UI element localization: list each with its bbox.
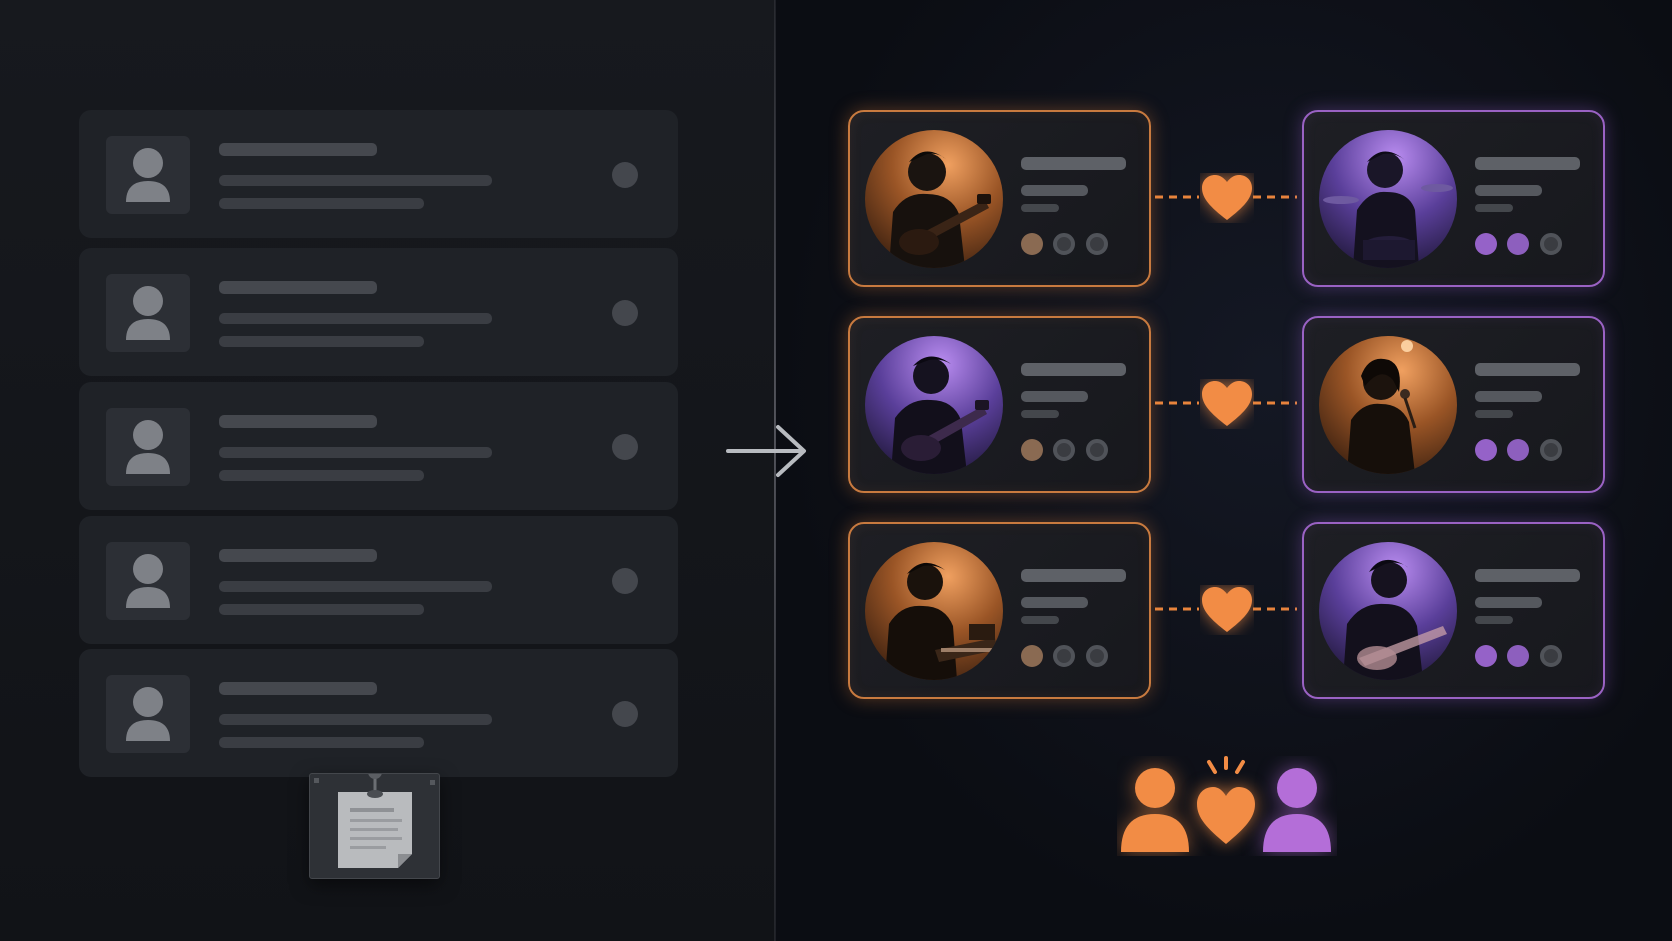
profile-photo	[865, 542, 1003, 680]
detail-placeholder	[219, 714, 492, 725]
attribute-dot	[1475, 233, 1497, 255]
attribute-dot	[1507, 439, 1529, 461]
name-placeholder	[219, 682, 377, 695]
list-row[interactable]	[79, 248, 678, 376]
detail-placeholder	[219, 175, 492, 186]
detail-placeholder	[219, 336, 424, 347]
name-placeholder	[1021, 569, 1126, 582]
profile-photo	[1319, 336, 1457, 474]
avatar-placeholder	[106, 136, 190, 214]
attribute-dot	[1021, 439, 1043, 461]
detail-placeholder	[1021, 185, 1088, 196]
attribute-dot	[1053, 645, 1075, 667]
attribute-dot	[1021, 233, 1043, 255]
attribute-dot	[1086, 233, 1108, 255]
name-placeholder	[219, 549, 377, 562]
detail-placeholder	[1475, 185, 1542, 196]
detail-placeholder	[219, 604, 424, 615]
attribute-dot	[1507, 233, 1529, 255]
profile-photo	[865, 336, 1003, 474]
attribute-dot	[1021, 645, 1043, 667]
attribute-dot	[1507, 645, 1529, 667]
avatar-placeholder	[106, 542, 190, 620]
heart-icon	[1202, 175, 1252, 220]
status-dot	[612, 701, 638, 727]
name-placeholder	[219, 143, 377, 156]
detail-placeholder	[1475, 597, 1542, 608]
heart-icon	[1202, 381, 1252, 426]
avatar-placeholder	[106, 408, 190, 486]
detail-placeholder	[1021, 410, 1059, 418]
list-row[interactable]	[79, 516, 678, 644]
list-row[interactable]	[79, 649, 678, 777]
name-placeholder	[1475, 157, 1580, 170]
attribute-dot	[1540, 233, 1562, 255]
detail-placeholder	[219, 581, 492, 592]
match-people-icon	[1121, 756, 1331, 852]
avatar-placeholder	[106, 274, 190, 352]
list-row[interactable]	[79, 382, 678, 510]
status-dot	[612, 568, 638, 594]
right-arrow-icon	[726, 425, 806, 477]
status-dot	[612, 300, 638, 326]
detail-placeholder	[1475, 204, 1513, 212]
attribute-dot	[1475, 645, 1497, 667]
attribute-dot	[1086, 645, 1108, 667]
avatar-placeholder	[106, 675, 190, 753]
attribute-dot	[1540, 439, 1562, 461]
detail-placeholder	[1475, 410, 1513, 418]
name-placeholder	[1475, 569, 1580, 582]
name-placeholder	[1475, 363, 1580, 376]
profile-card-guitarist[interactable]	[848, 110, 1151, 287]
detail-placeholder	[219, 313, 492, 324]
person-icon	[126, 554, 170, 608]
profile-photo	[865, 130, 1003, 268]
attribute-dot	[1086, 439, 1108, 461]
profile-card-singer[interactable]	[1302, 316, 1605, 493]
detail-placeholder	[1475, 616, 1513, 624]
profile-card-keyboardist[interactable]	[848, 522, 1151, 699]
profile-card-guitarist[interactable]	[1302, 522, 1605, 699]
name-placeholder	[219, 281, 377, 294]
detail-placeholder	[1021, 616, 1059, 624]
list-row[interactable]	[79, 110, 678, 238]
pinned-note-icon	[309, 765, 440, 879]
detail-placeholder	[1021, 391, 1088, 402]
person-icon	[126, 420, 170, 474]
attribute-dot	[1475, 439, 1497, 461]
status-dot	[612, 162, 638, 188]
detail-placeholder	[219, 737, 424, 748]
attribute-dot	[1540, 645, 1562, 667]
profile-photo	[1319, 542, 1457, 680]
profile-card-drummer[interactable]	[1302, 110, 1605, 287]
name-placeholder	[1021, 363, 1126, 376]
detail-placeholder	[219, 447, 492, 458]
attribute-dot	[1053, 233, 1075, 255]
profile-card-guitarist[interactable]	[848, 316, 1151, 493]
person-icon	[126, 286, 170, 340]
name-placeholder	[1021, 157, 1126, 170]
person-icon	[126, 148, 170, 202]
name-placeholder	[219, 415, 377, 428]
profile-photo	[1319, 130, 1457, 268]
detail-placeholder	[219, 198, 424, 209]
detail-placeholder	[1021, 204, 1059, 212]
detail-placeholder	[1021, 597, 1088, 608]
detail-placeholder	[1475, 391, 1542, 402]
detail-placeholder	[219, 470, 424, 481]
attribute-dot	[1053, 439, 1075, 461]
canvas	[0, 0, 1672, 941]
person-icon	[126, 687, 170, 741]
heart-icon	[1202, 587, 1252, 632]
status-dot	[612, 434, 638, 460]
